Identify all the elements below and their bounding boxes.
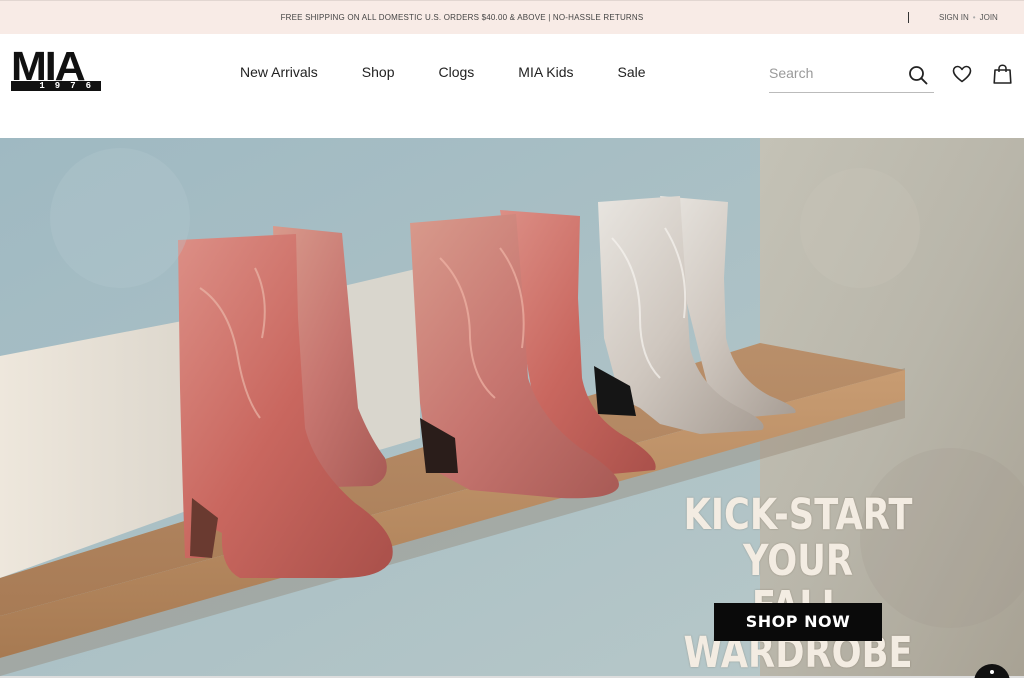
join-link[interactable]: JOIN xyxy=(980,13,998,22)
main-nav: New Arrivals Shop Clogs MIA Kids Sale xyxy=(240,64,646,82)
nav-clogs[interactable]: Clogs xyxy=(439,64,475,80)
heart-icon[interactable] xyxy=(952,65,972,83)
nav-shop[interactable]: Shop xyxy=(362,64,395,80)
account-links: SIGN IN • JOIN xyxy=(939,13,998,22)
sign-in-link[interactable]: SIGN IN xyxy=(939,13,969,22)
promo-message: FREE SHIPPING ON ALL DOMESTIC U.S. ORDER… xyxy=(280,13,644,22)
nav-new-arrivals[interactable]: New Arrivals xyxy=(240,64,318,80)
hero-banner[interactable]: KICK-START YOUR FALL WARDROBE SHOP NOW xyxy=(0,138,1024,676)
shop-now-button[interactable]: SHOP NOW xyxy=(714,603,882,641)
nav-mia-kids[interactable]: MIA Kids xyxy=(518,64,573,80)
search-box xyxy=(769,56,934,93)
site-header: MIA 1976 New Arrivals Shop Clogs MIA Kids Sa… xyxy=(0,34,1024,138)
promo-bar: FREE SHIPPING ON ALL DOMESTIC U.S. ORDER… xyxy=(0,0,1024,34)
hero-headline-line-1: KICK-START YOUR xyxy=(683,490,913,586)
brand-logo[interactable]: MIA 1976 xyxy=(11,46,103,95)
shopping-bag-icon[interactable] xyxy=(993,64,1012,84)
nav-sale[interactable]: Sale xyxy=(618,64,646,80)
search-input[interactable] xyxy=(769,62,899,84)
account-separator: • xyxy=(972,13,976,22)
logo-year: 1976 xyxy=(11,81,101,91)
hero-headline: KICK-START YOUR FALL WARDROBE xyxy=(678,492,917,676)
search-icon[interactable] xyxy=(908,65,928,85)
logo-wordmark: MIA xyxy=(11,43,86,89)
promo-divider xyxy=(908,12,909,23)
